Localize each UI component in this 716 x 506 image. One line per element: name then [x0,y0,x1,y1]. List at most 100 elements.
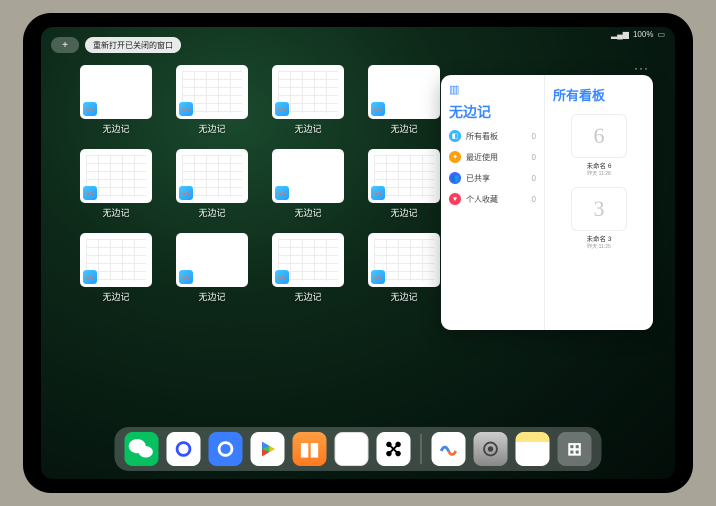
thumb-preview [272,233,344,287]
window-thumbnail[interactable]: 无边记 [173,65,251,143]
thumb-preview [368,149,440,203]
dock-divider [421,434,422,464]
board-list: 6 未命名 6昨天 11:28 3 未命名 3昨天 11:25 [553,114,645,250]
sidebar-toggle-icon[interactable]: ▥ [449,83,536,96]
thumb-label: 无边记 [198,206,225,219]
battery-text: 100% [633,30,653,39]
window-thumbnail[interactable]: 无边记 [365,149,443,227]
dock-app-dice[interactable]: ⊡ [335,432,369,466]
dock-app-books[interactable]: ▮▮ [293,432,327,466]
dock-app-freeform[interactable] [432,432,466,466]
dock-app-xshape[interactable] [377,432,411,466]
battery-icon: ▭ [657,30,665,39]
panel-right-title: 所有看板 [553,85,645,104]
panel-menu-item[interactable]: ◧所有看板0 [449,130,536,142]
window-thumbnail[interactable]: 无边记 [77,233,155,311]
dock-app-folder[interactable]: ⊞ [558,432,592,466]
window-thumbnail[interactable]: 无边记 [77,149,155,227]
thumb-preview [272,149,344,203]
menu-item-icon: ◧ [449,130,461,142]
dock-app-quark1[interactable] [167,432,201,466]
screen: ▂▄▆ 100% ▭ + 重新打开已关闭的窗口 无边记无边记无边记无边记无边记无… [41,27,675,479]
thumb-label: 无边记 [294,290,321,303]
thumb-label: 无边记 [102,290,129,303]
thumb-preview [80,149,152,203]
menu-item-icon: ✦ [449,151,461,163]
thumb-label: 无边记 [390,122,417,135]
thumb-label: 无边记 [198,122,225,135]
window-thumbnail[interactable]: 无边记 [365,233,443,311]
ipad-frame: ▂▄▆ 100% ▭ + 重新打开已关闭的窗口 无边记无边记无边记无边记无边记无… [23,13,693,493]
freeform-app-icon [179,102,193,116]
freeform-app-icon [371,270,385,284]
freeform-app-icon [371,102,385,116]
board-label: 未命名 3 [571,233,627,243]
panel-sidebar: ▥ 无边记 ◧所有看板0 ✦ 最近使用 0 👥 已共享 0 ♥ 个人收藏 0 [441,75,545,330]
menu-item-icon: 👥 [449,172,461,184]
freeform-app-icon [83,186,97,200]
reopen-closed-window-button[interactable]: 重新打开已关闭的窗口 [85,37,181,53]
dock-app-quark2[interactable] [209,432,243,466]
board-label: 未命名 6 [571,160,627,170]
freeform-app-icon [83,102,97,116]
freeform-app-icon [179,186,193,200]
menu-item-label: 已共享 [466,173,490,184]
menu-item-count: 0 [532,132,536,141]
menu-item-count: 0 [532,153,536,162]
menu-item-icon: ♥ [449,193,461,205]
menu-item-count: 0 [532,195,536,204]
dock-app-settings[interactable] [474,432,508,466]
window-thumbnail[interactable]: 无边记 [77,65,155,143]
thumb-preview [368,65,440,119]
panel-menu: ◧所有看板0 ✦ 最近使用 0 👥 已共享 0 ♥ 个人收藏 0 [449,130,536,205]
board-timestamp: 昨天 11:25 [571,243,627,250]
thumb-preview [272,65,344,119]
board-card[interactable]: 3 未命名 3昨天 11:25 [571,187,627,250]
menu-item-count: 0 [532,174,536,183]
window-thumbnail[interactable]: 无边记 [173,233,251,311]
thumb-label: 无边记 [294,206,321,219]
menu-item-label: 个人收藏 [466,194,498,205]
panel-title: 无边记 [449,102,536,122]
freeform-app-icon [83,270,97,284]
board-timestamp: 昨天 11:28 [571,170,627,177]
freeform-app-icon [275,102,289,116]
panel-menu-item[interactable]: ♥ 个人收藏 0 [449,193,536,205]
thumb-label: 无边记 [294,122,321,135]
window-thumbnail[interactable]: 无边记 [269,149,347,227]
thumb-preview [368,233,440,287]
board-preview: 3 [571,187,627,231]
board-preview: 6 [571,114,627,158]
freeform-app-icon [371,186,385,200]
freeform-app-icon [275,186,289,200]
window-thumbnail[interactable]: 无边记 [269,233,347,311]
top-toolbar: + 重新打开已关闭的窗口 [51,37,181,53]
signal-icon: ▂▄▆ [611,30,629,39]
thumb-label: 无边记 [198,290,225,303]
thumb-preview [176,65,248,119]
board-card[interactable]: 6 未命名 6昨天 11:28 [571,114,627,177]
dock-app-notes[interactable] [516,432,550,466]
dock-app-play[interactable] [251,432,285,466]
more-icon[interactable]: ··· [634,61,649,75]
panel-menu-item[interactable]: ✦ 最近使用 0 [449,151,536,163]
thumb-label: 无边记 [102,206,129,219]
window-grid: 无边记无边记无边记无边记无边记无边记无边记无边记无边记无边记无边记无边记 [77,65,443,311]
thumb-preview [80,65,152,119]
status-bar: ▂▄▆ 100% ▭ [611,30,665,39]
thumb-preview [80,233,152,287]
new-window-button[interactable]: + [51,37,79,53]
dock: ▮▮⊡ ⊞ [115,427,602,471]
panel-menu-item[interactable]: 👥 已共享 0 [449,172,536,184]
window-thumbnail[interactable]: 无边记 [365,65,443,143]
dock-app-wechat[interactable] [125,432,159,466]
thumb-label: 无边记 [390,206,417,219]
window-thumbnail[interactable]: 无边记 [173,149,251,227]
window-thumbnail[interactable]: 无边记 [269,65,347,143]
freeform-panel[interactable]: ··· ▥ 无边记 ◧所有看板0✦最近使用0👥已共享0♥个人收藏0 所有看板 6… [441,75,653,330]
dock-main: ▮▮⊡ [125,432,411,466]
thumb-label: 无边记 [390,290,417,303]
thumb-preview [176,233,248,287]
menu-item-label: 最近使用 [466,152,498,163]
thumb-preview [176,149,248,203]
